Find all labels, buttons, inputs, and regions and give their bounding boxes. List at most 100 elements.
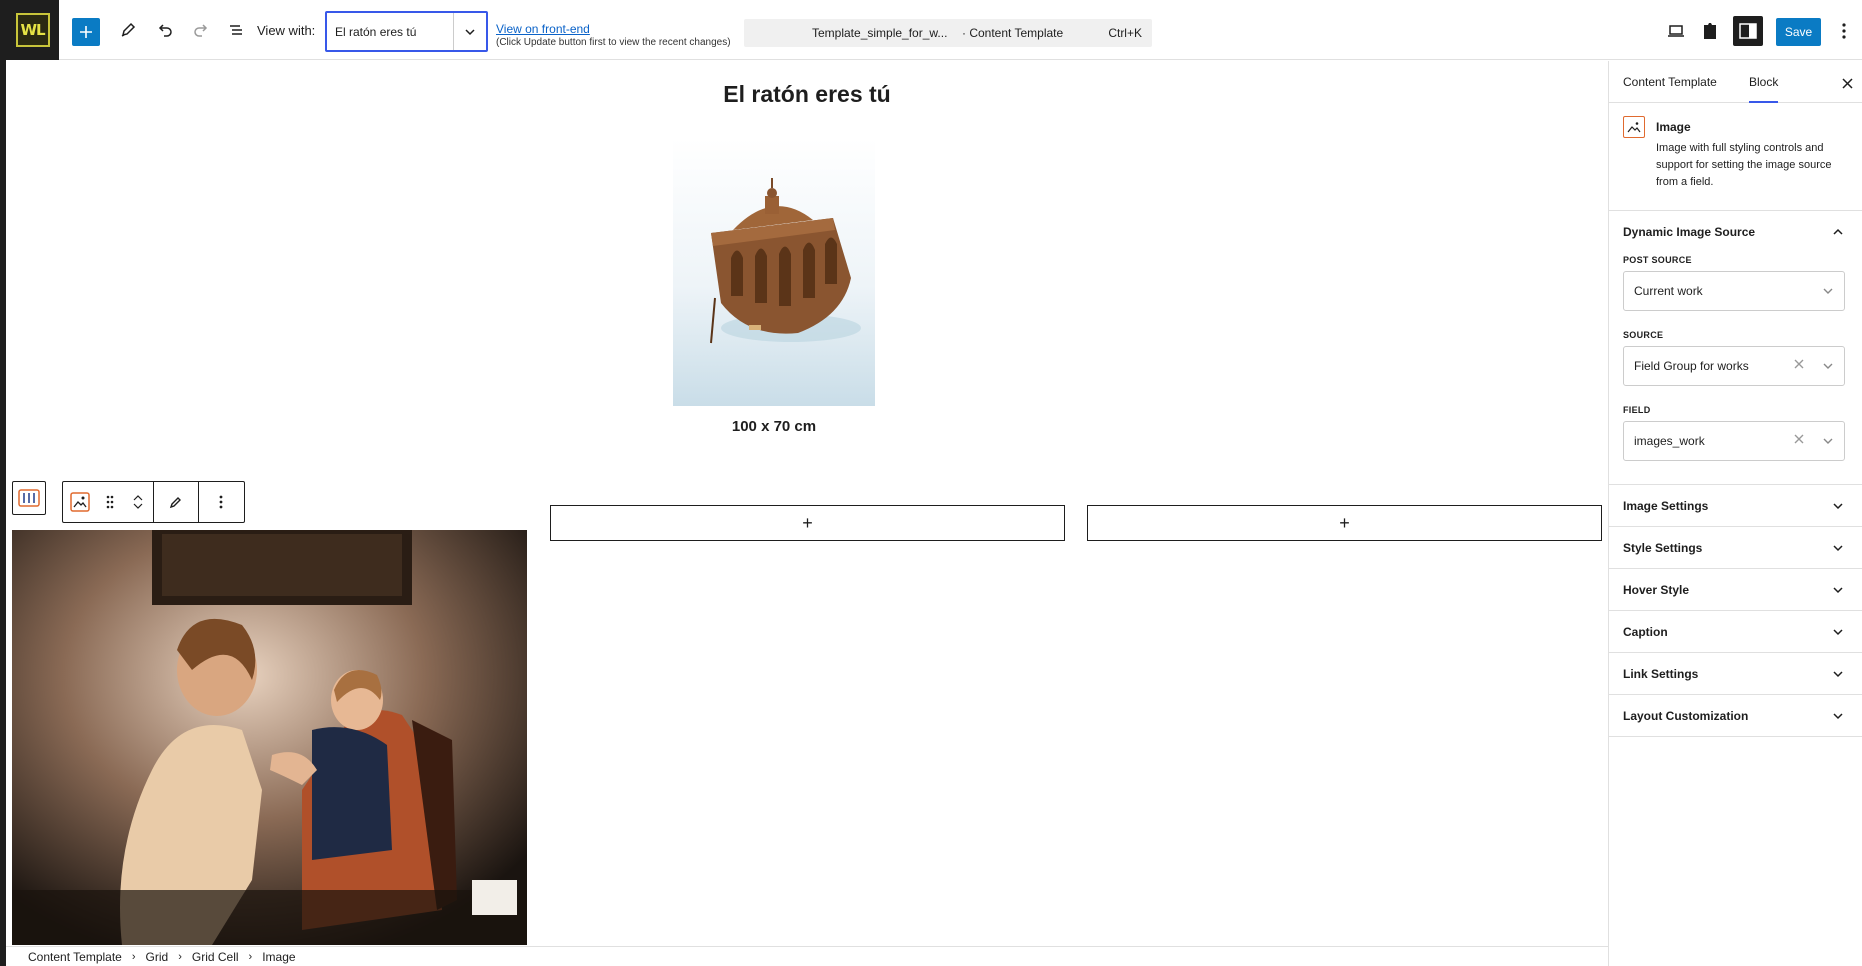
artwork-image[interactable] (673, 138, 875, 406)
chevron-right-icon: › (178, 950, 182, 963)
chevron-down-icon[interactable] (133, 502, 143, 510)
editor-canvas[interactable]: El ratón eres tú 100 x 70 cm + + (6, 61, 1608, 947)
panel-title: Link Settings (1623, 666, 1699, 681)
document-icon (1704, 23, 1716, 39)
chevron-down-icon (1823, 363, 1833, 369)
panel-title: Layout Customization (1623, 708, 1749, 723)
more-vertical-icon (1842, 23, 1846, 39)
chevron-down-icon (1823, 288, 1833, 294)
clear-icon[interactable] (1794, 359, 1804, 369)
template-title: Template_simple_for_w... (812, 26, 948, 40)
field-label: FIELD (1623, 405, 1651, 415)
artwork-sculpture-image (710, 178, 861, 344)
view-with-select[interactable]: El ratón eres tú (325, 11, 488, 52)
breadcrumb-content-template[interactable]: Content Template (28, 950, 122, 964)
block-info-card: Image Image with full styling controls a… (1609, 103, 1862, 211)
document-overview-button[interactable] (220, 14, 252, 46)
view-on-frontend-link[interactable]: View on front-end (496, 22, 590, 36)
family-photo-image (12, 530, 527, 945)
block-type-button[interactable] (63, 482, 97, 522)
post-source-select[interactable]: Current work (1623, 271, 1845, 311)
frontend-note: (Click Update button first to view the r… (496, 37, 731, 48)
pencil-icon (169, 497, 181, 509)
dynamic-image-source-panel: POST SOURCE Current work SOURCE Field Gr… (1609, 253, 1862, 485)
tab-content-template[interactable]: Content Template (1623, 75, 1717, 89)
settings-sidebar: Content Template Block Image Image with … (1608, 61, 1862, 966)
logo-mark: WL (15, 13, 50, 47)
source-label: SOURCE (1623, 330, 1664, 340)
breadcrumb-grid[interactable]: Grid (146, 950, 169, 964)
artwork-dimensions: 100 x 70 cm (731, 418, 817, 435)
undo-button[interactable] (149, 14, 181, 46)
chevron-down-icon (1833, 629, 1843, 636)
plus-icon (80, 26, 92, 38)
block-options-button[interactable] (199, 482, 243, 522)
chevron-down-icon (453, 13, 486, 50)
tools-button[interactable] (112, 14, 144, 46)
clear-icon[interactable] (1794, 434, 1804, 444)
view-with-label: View with: (257, 23, 316, 38)
block-toolbar (62, 481, 245, 523)
close-sidebar-button[interactable] (1837, 73, 1857, 93)
desktop-icon (1668, 25, 1684, 37)
list-view-icon (230, 25, 242, 35)
plugin-button[interactable] (1695, 16, 1725, 46)
panel-title: Image Settings (1623, 498, 1709, 513)
close-icon (1841, 77, 1853, 89)
breadcrumb-grid-cell[interactable]: Grid Cell (192, 950, 239, 964)
view-with-value: El ratón eres tú (335, 24, 417, 39)
editor-top-toolbar: WL View with: El ratón eres tú View on f… (6, 0, 1862, 60)
more-vertical-icon (219, 495, 223, 509)
settings-toggle-button[interactable] (1733, 16, 1763, 46)
chevron-up-icon[interactable] (133, 494, 143, 502)
chevron-down-icon (1833, 587, 1843, 594)
preview-device-button[interactable] (1661, 16, 1691, 46)
panel-style-settings[interactable]: Style Settings (1609, 527, 1862, 569)
sidebar-tabs: Content Template Block (1609, 61, 1862, 103)
select-parent-grid-button[interactable] (12, 481, 46, 515)
save-button[interactable]: Save (1776, 18, 1821, 46)
panel-layout-customization[interactable]: Layout Customization (1609, 695, 1862, 737)
dynamic-image-source-toggle[interactable]: Dynamic Image Source (1609, 211, 1862, 253)
post-source-value: Current work (1634, 284, 1703, 298)
field-select[interactable]: images_work (1623, 421, 1845, 461)
template-type: · Content Template (962, 26, 1064, 40)
command-shortcut: Ctrl+K (1108, 26, 1142, 40)
block-appender-column-2[interactable]: + (550, 505, 1065, 541)
panel-title: Caption (1623, 624, 1668, 639)
source-select[interactable]: Field Group for works (1623, 346, 1845, 386)
chevron-up-icon (1833, 228, 1843, 235)
move-block-buttons[interactable] (123, 482, 153, 522)
image-block-icon (1623, 116, 1645, 138)
drag-handle-icon (106, 495, 114, 509)
panel-title: Hover Style (1623, 582, 1690, 597)
block-appender-column-3[interactable]: + (1087, 505, 1602, 541)
redo-button[interactable] (185, 14, 217, 46)
block-name: Image (1656, 120, 1691, 134)
sidebar-toggle-icon (1739, 23, 1757, 39)
breadcrumb-image: Image (262, 949, 296, 964)
site-logo[interactable]: WL (6, 0, 59, 60)
panel-caption[interactable]: Caption (1609, 611, 1862, 653)
panel-image-settings[interactable]: Image Settings (1609, 485, 1862, 527)
options-button[interactable] (1829, 16, 1859, 46)
add-block-button[interactable] (72, 18, 100, 46)
chevron-right-icon: › (131, 950, 136, 963)
selected-image-block[interactable] (12, 530, 527, 945)
chevron-down-icon (1833, 545, 1843, 552)
grid-columns-icon (18, 489, 40, 507)
command-palette-bar[interactable]: Template_simple_for_w... · Content Templ… (744, 19, 1152, 47)
chevron-down-icon (1823, 438, 1833, 444)
tab-block[interactable]: Block (1749, 75, 1779, 103)
panel-link-settings[interactable]: Link Settings (1609, 653, 1862, 695)
pencil-icon (121, 22, 136, 37)
panel-title: Dynamic Image Source (1623, 225, 1756, 239)
field-value: images_work (1634, 434, 1705, 448)
drag-handle[interactable] (97, 482, 123, 522)
chevron-down-icon (1833, 671, 1843, 678)
block-breadcrumb: Content Template › Grid › Grid Cell › Im… (6, 946, 1608, 966)
settings-panels: Image Settings Style Settings Hover Styl… (1609, 485, 1862, 737)
edit-button[interactable] (154, 482, 198, 522)
panel-hover-style[interactable]: Hover Style (1609, 569, 1862, 611)
post-title[interactable]: El ratón eres tú (6, 81, 1608, 108)
